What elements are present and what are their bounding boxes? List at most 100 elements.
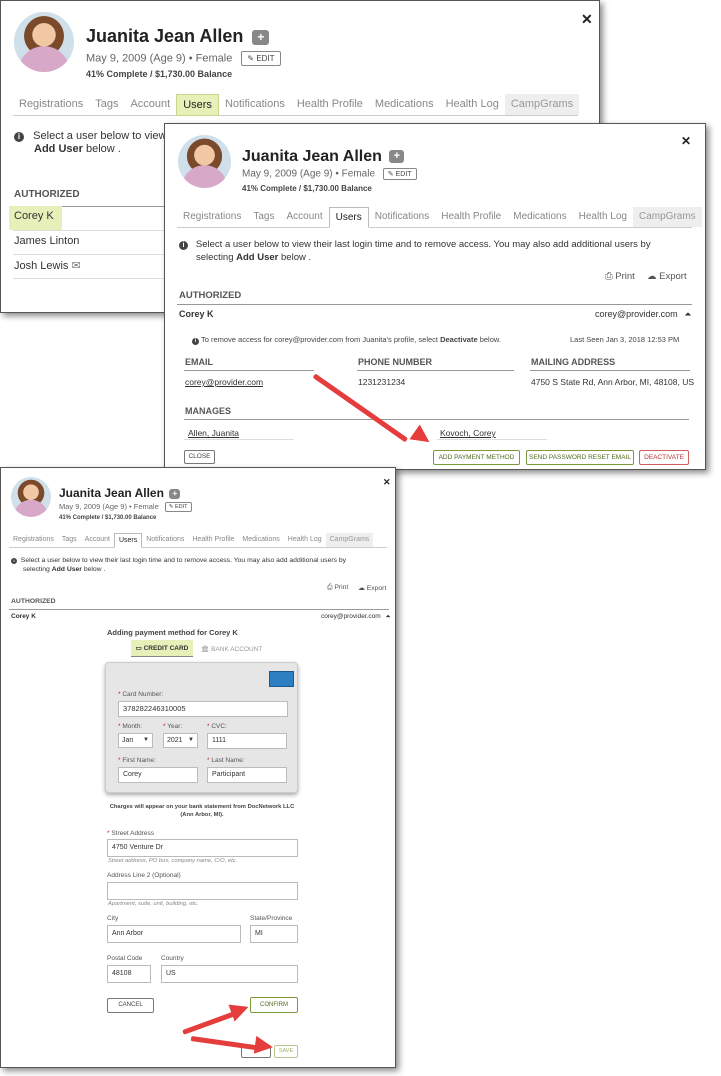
managed-camper-link[interactable]: Allen, Juanita (188, 428, 239, 438)
tab-account[interactable]: Account (124, 94, 176, 115)
edit-button[interactable]: ✎ EDIT (241, 51, 281, 66)
instruction-pre: selecting (23, 566, 52, 573)
bank-account-tab[interactable]: 🏛 BANK ACCOUNT (201, 645, 262, 653)
medical-kit-icon: + (169, 488, 181, 499)
phone-header: PHONE NUMBER (358, 357, 433, 367)
instruction-bold: Add User (34, 143, 83, 155)
tab-health-profile[interactable]: Health Profile (188, 533, 238, 547)
collapse-icon[interactable]: ⏶ (684, 309, 691, 319)
close-icon[interactable]: ✕ (383, 477, 391, 488)
tab-tags[interactable]: Tags (247, 207, 280, 227)
month-select[interactable]: Jan ▼ (118, 733, 153, 748)
charges-note-line1: Charges will appear on your bank stateme… (109, 804, 295, 810)
first-name-input[interactable]: Corey (118, 767, 198, 783)
profile-dob: May 9, 2009 (Age 9) • Female ✎ EDIT (242, 168, 417, 180)
street-input[interactable]: 4750 Venture Dr (107, 839, 298, 857)
tab-registrations[interactable]: Registrations (9, 533, 58, 547)
instruction-text: Select a user below to view their last l… (195, 239, 651, 250)
confirm-button[interactable]: CONFIRM (250, 997, 298, 1013)
close-button[interactable]: CLOSE (184, 450, 215, 464)
postal-input[interactable]: 48108 (107, 965, 151, 983)
medical-kit-icon: + (389, 150, 405, 164)
tab-health-profile[interactable]: Health Profile (435, 207, 507, 227)
user-name[interactable]: Corey K (179, 309, 214, 319)
export-button[interactable]: ☁ Export (358, 584, 386, 592)
deactivate-button[interactable]: DEACTIVATE (639, 450, 689, 465)
user-name[interactable]: Corey K (11, 613, 36, 620)
add-payment-method-button[interactable]: ADD PAYMENT METHOD (433, 450, 520, 465)
save-button[interactable]: SAVE (274, 1045, 298, 1058)
tab-medications[interactable]: Medications (238, 533, 283, 547)
edit-button[interactable]: ✎ EDIT (382, 168, 417, 180)
medical-kit-icon: + (252, 29, 270, 45)
print-button[interactable]: ⎙ Print (327, 584, 348, 592)
cancel-button[interactable]: CANCEL (107, 998, 154, 1013)
user-name-james[interactable]: James Linton (14, 235, 79, 247)
card-number-input[interactable]: 378282246310005 (118, 701, 288, 717)
tab-health-log[interactable]: Health Log (284, 533, 326, 547)
close-icon[interactable]: ✕ (581, 11, 593, 28)
city-input[interactable]: Ann Arbor (107, 925, 241, 943)
profile-name: Juanita Jean Allen + (86, 26, 270, 47)
tab-registrations[interactable]: Registrations (177, 207, 247, 227)
country-input[interactable]: US (161, 965, 298, 983)
instruction-text: Select a user below to view their last l… (20, 557, 347, 564)
year-select[interactable]: 2021 ▼ (163, 733, 198, 748)
tab-registrations[interactable]: Registrations (13, 94, 89, 115)
export-label: Export (659, 271, 687, 282)
close-icon[interactable]: ✕ (681, 134, 691, 148)
divider (184, 439, 294, 440)
year-label-text: Year: (167, 723, 183, 730)
divider (437, 439, 547, 440)
street-label: * Street Address (107, 830, 154, 837)
user-name-corey[interactable]: Corey K (14, 210, 54, 222)
tab-health-log[interactable]: Health Log (573, 207, 633, 227)
tab-campgrams[interactable]: CampGrams (632, 207, 702, 227)
last-name-label: * Last Name: (207, 757, 245, 764)
profile-tabs: Registrations Tags Account Users Notificatio… (13, 94, 580, 116)
info-icon: i (14, 132, 24, 142)
tab-users[interactable]: Users (176, 94, 219, 116)
line2-input[interactable] (107, 882, 298, 900)
charges-note-line2: (Ann Arbor, MI). (180, 812, 224, 818)
divider (184, 370, 314, 371)
last-name-input[interactable]: Participant (207, 767, 287, 783)
line2-label: Address Line 2 (Optional) (107, 872, 181, 879)
tab-users[interactable]: Users (328, 207, 369, 228)
tab-users[interactable]: Users (113, 533, 143, 548)
email-link[interactable]: corey@provider.com (185, 377, 263, 387)
export-label: Export (366, 585, 387, 592)
cvc-input[interactable]: 1111 (207, 733, 287, 749)
tab-campgrams[interactable]: CampGrams (504, 94, 580, 115)
tab-health-log[interactable]: Health Log (440, 94, 505, 115)
user-row-josh[interactable]: Josh Lewis ✉ (14, 259, 81, 272)
cvc-label-text: CVC: (211, 723, 227, 730)
divider (357, 370, 514, 371)
credit-card-tab[interactable]: ▭ CREDIT CARD (131, 640, 193, 657)
tab-notifications[interactable]: Notifications (369, 207, 435, 227)
tab-account[interactable]: Account (81, 533, 114, 547)
state-input[interactable]: MI (250, 925, 298, 943)
cloud-download-icon: ☁ (358, 585, 365, 592)
print-button[interactable]: ⎙ Print (605, 271, 635, 282)
tab-campgrams[interactable]: CampGrams (325, 533, 374, 547)
edit-button[interactable]: ✎ EDIT (164, 502, 192, 513)
street-hint: Street address, PO box, company name, C/… (108, 858, 238, 864)
user-email-row[interactable]: corey@provider.com ⏶ (595, 309, 691, 320)
collapse-icon[interactable]: ⏶ (386, 613, 391, 620)
tab-medications[interactable]: Medications (507, 207, 572, 227)
user-email-row[interactable]: corey@provider.com ⏶ (321, 613, 391, 621)
tab-tags[interactable]: Tags (89, 94, 124, 115)
dob-text: May 9, 2009 (Age 9) • Female (242, 168, 376, 180)
divider (13, 230, 165, 231)
tab-tags[interactable]: Tags (58, 533, 81, 547)
tab-account[interactable]: Account (280, 207, 328, 227)
tab-notifications[interactable]: Notifications (142, 533, 188, 547)
managed-camper-link[interactable]: Kovoch, Corey (440, 428, 496, 438)
chevron-down-icon: ▼ (143, 737, 149, 743)
tab-medications[interactable]: Medications (369, 94, 440, 115)
tab-notifications[interactable]: Notifications (219, 94, 291, 115)
export-button[interactable]: ☁ Export (647, 271, 687, 282)
tab-health-profile[interactable]: Health Profile (291, 94, 369, 115)
send-password-reset-button[interactable]: SEND PASSWORD RESET EMAIL (526, 450, 634, 465)
